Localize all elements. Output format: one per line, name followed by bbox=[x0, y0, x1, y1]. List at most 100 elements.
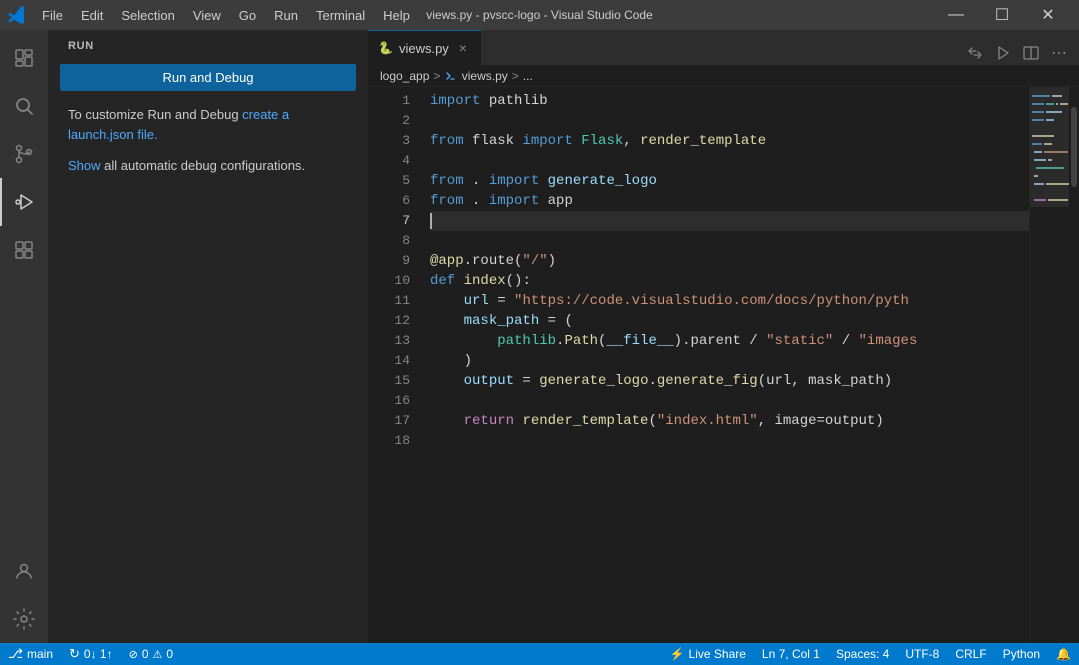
spaces-status[interactable]: Spaces: 4 bbox=[828, 643, 897, 665]
code-line-13: pathlib.Path(__file__).parent / "static"… bbox=[430, 331, 1029, 351]
code-content[interactable]: import pathlib from flask import Flask, … bbox=[418, 87, 1029, 643]
title-bar: File Edit Selection View Go Run Terminal… bbox=[0, 0, 1079, 30]
sidebar-item-search[interactable] bbox=[0, 82, 48, 130]
liveshare-icon: ⚡ bbox=[670, 647, 685, 661]
scrollbar-thumb[interactable] bbox=[1071, 107, 1077, 187]
line-num-10: 10 bbox=[368, 271, 410, 291]
branch-status[interactable]: ⎇ main bbox=[0, 643, 61, 665]
sidebar-item-explorer[interactable] bbox=[0, 34, 48, 82]
menu-help[interactable]: Help bbox=[375, 6, 418, 25]
code-line-3: from flask import Flask, render_template bbox=[430, 131, 1029, 151]
line-num-16: 16 bbox=[368, 391, 410, 411]
line-num-1: 1 bbox=[368, 91, 410, 111]
line-num-4: 4 bbox=[368, 151, 410, 171]
sync-icon: ↻ bbox=[69, 646, 80, 662]
show-configurations-link[interactable]: Show bbox=[68, 158, 101, 173]
sidebar-item-settings[interactable] bbox=[0, 595, 48, 643]
language-label: Python bbox=[1003, 647, 1040, 661]
line-num-2: 2 bbox=[368, 111, 410, 131]
line-num-7: 7 bbox=[368, 211, 410, 231]
window-title: views.py - pvscc-logo - Visual Studio Co… bbox=[426, 8, 653, 22]
activity-bar bbox=[0, 30, 48, 643]
breadcrumb-logo-app[interactable]: logo_app bbox=[380, 69, 429, 83]
python-file-icon: 🐍 bbox=[378, 41, 393, 55]
sidebar: RUN Run and Debug To customize Run and D… bbox=[48, 30, 368, 643]
code-line-9: @app.route("/") bbox=[430, 251, 1029, 271]
more-actions-button[interactable]: ⋯ bbox=[1047, 41, 1071, 65]
sidebar-item-source-control[interactable] bbox=[0, 130, 48, 178]
line-col-status[interactable]: Ln 7, Col 1 bbox=[754, 643, 828, 665]
notification-icon: 🔔 bbox=[1056, 647, 1071, 661]
tab-actions: ⋯ bbox=[963, 41, 1079, 65]
breadcrumb-sep-2: > bbox=[512, 69, 519, 83]
liveshare-status[interactable]: ⚡ Live Share bbox=[662, 643, 754, 665]
menu-file[interactable]: File bbox=[34, 6, 71, 25]
errors-status[interactable]: ⊘ 0 ⚠ 0 bbox=[121, 643, 181, 665]
menu-go[interactable]: Go bbox=[231, 6, 264, 25]
tab-close-button[interactable]: × bbox=[455, 40, 471, 56]
menu-selection[interactable]: Selection bbox=[113, 6, 182, 25]
line-num-5: 5 bbox=[368, 171, 410, 191]
warning-count: 0 bbox=[166, 647, 173, 661]
sidebar-item-extensions[interactable] bbox=[0, 226, 48, 274]
menu-terminal[interactable]: Terminal bbox=[308, 6, 373, 25]
status-bar-left: ⎇ main ↻ 0↓ 1↑ ⊘ 0 ⚠ 0 bbox=[0, 643, 181, 665]
maximize-button[interactable]: ☐ bbox=[979, 0, 1025, 30]
code-editor[interactable]: 1 2 3 4 5 6 7 8 9 10 11 12 13 14 15 16 1 bbox=[368, 87, 1029, 643]
line-col-label: Ln 7, Col 1 bbox=[762, 647, 820, 661]
line-num-15: 15 bbox=[368, 371, 410, 391]
encoding-status[interactable]: UTF-8 bbox=[897, 643, 947, 665]
status-bar-right: ⚡ Live Share Ln 7, Col 1 Spaces: 4 UTF-8… bbox=[662, 643, 1079, 665]
liveshare-label: Live Share bbox=[689, 647, 746, 661]
sidebar-show-text: Show all automatic debug configurations. bbox=[48, 152, 368, 180]
branch-icon: ⎇ bbox=[8, 646, 23, 662]
code-line-17: return render_template("index.html", ima… bbox=[430, 411, 1029, 431]
language-status[interactable]: Python bbox=[995, 643, 1048, 665]
close-button[interactable]: ✕ bbox=[1025, 0, 1071, 30]
line-numbers: 1 2 3 4 5 6 7 8 9 10 11 12 13 14 15 16 1 bbox=[368, 87, 418, 643]
line-ending-label: CRLF bbox=[955, 647, 986, 661]
code-line-12: mask_path = ( bbox=[430, 311, 1029, 331]
split-editor-button[interactable] bbox=[1019, 41, 1043, 65]
sync-status[interactable]: ↻ 0↓ 1↑ bbox=[61, 643, 121, 665]
notification-status[interactable]: 🔔 bbox=[1048, 643, 1079, 665]
editor-tab-views-py[interactable]: 🐍 views.py × bbox=[368, 30, 481, 65]
menu-edit[interactable]: Edit bbox=[73, 6, 111, 25]
spaces-label: Spaces: 4 bbox=[836, 647, 889, 661]
branch-label: main bbox=[27, 647, 53, 661]
window-controls: — ☐ ✕ bbox=[933, 0, 1071, 30]
line-num-11: 11 bbox=[368, 291, 410, 311]
code-line-16 bbox=[430, 391, 1029, 411]
sidebar-item-run[interactable] bbox=[0, 178, 48, 226]
warning-icon: ⚠ bbox=[153, 648, 163, 661]
tab-label: views.py bbox=[399, 41, 449, 56]
code-line-2 bbox=[430, 111, 1029, 131]
run-and-debug-button[interactable]: Run and Debug bbox=[60, 64, 356, 91]
code-line-1: import pathlib bbox=[430, 91, 1029, 111]
breadcrumb-sep-1: > bbox=[433, 69, 440, 83]
sidebar-item-account[interactable] bbox=[0, 547, 48, 595]
code-line-4 bbox=[430, 151, 1029, 171]
git-compare-button[interactable] bbox=[963, 41, 987, 65]
code-line-14: ) bbox=[430, 351, 1029, 371]
sidebar-description: To customize Run and Debug create a laun… bbox=[48, 97, 368, 152]
editor-scrollbar[interactable] bbox=[1069, 87, 1079, 643]
run-file-button[interactable] bbox=[991, 41, 1015, 65]
line-ending-status[interactable]: CRLF bbox=[947, 643, 994, 665]
main-layout: RUN Run and Debug To customize Run and D… bbox=[0, 30, 1079, 643]
sidebar-show-desc: all automatic debug configurations. bbox=[101, 158, 306, 173]
line-num-6: 6 bbox=[368, 191, 410, 211]
code-line-18 bbox=[430, 431, 1029, 451]
minimize-button[interactable]: — bbox=[933, 0, 979, 30]
menu-run[interactable]: Run bbox=[266, 6, 306, 25]
code-line-11: url = "https://code.visualstudio.com/doc… bbox=[430, 291, 1029, 311]
menu-view[interactable]: View bbox=[185, 6, 229, 25]
error-icon: ⊘ bbox=[129, 648, 138, 661]
code-line-15: output = generate_logo.generate_fig(url,… bbox=[430, 371, 1029, 391]
breadcrumb-views-py[interactable]: views.py bbox=[444, 69, 507, 83]
code-line-5: from . import generate_logo bbox=[430, 171, 1029, 191]
line-num-12: 12 bbox=[368, 311, 410, 331]
line-num-14: 14 bbox=[368, 351, 410, 371]
breadcrumb-ellipsis[interactable]: ... bbox=[523, 69, 533, 83]
sidebar-desc-text: To customize Run and Debug bbox=[68, 107, 242, 122]
